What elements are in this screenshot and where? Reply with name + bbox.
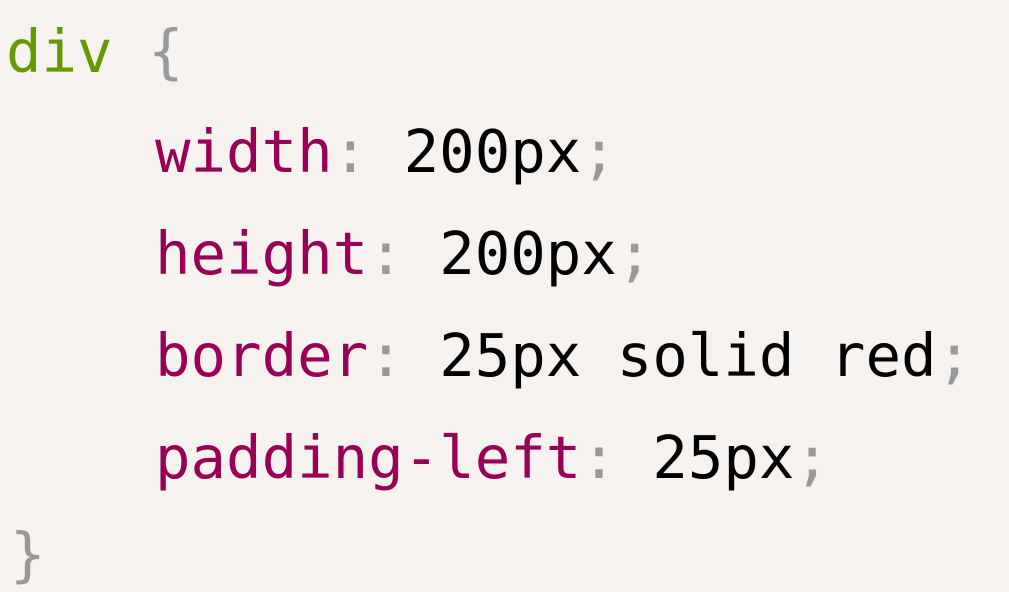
css-value: 25px solid red (403, 321, 937, 390)
semicolon: ; (616, 219, 653, 288)
css-selector: div (6, 17, 113, 86)
code-line-selector: div { (6, 22, 184, 81)
code-line-declaration: padding-left: 25px; (155, 428, 830, 487)
css-property: border (155, 321, 369, 390)
semicolon: ; (581, 117, 617, 186)
colon: : (332, 117, 369, 186)
css-property: width (155, 117, 333, 186)
semicolon: ; (936, 321, 973, 390)
css-property: height (155, 219, 369, 288)
colon: : (581, 423, 617, 492)
css-code-block: div { width: 200px; height: 200px; borde… (0, 0, 1009, 592)
css-value: 200px (368, 117, 582, 186)
colon: : (368, 321, 404, 390)
css-value: 25px (616, 423, 795, 492)
open-brace: { (148, 17, 184, 86)
code-line-declaration: height: 200px; (155, 224, 652, 283)
close-brace: } (10, 520, 46, 589)
css-value: 200px (403, 219, 617, 288)
semicolon: ; (794, 423, 830, 492)
colon: : (368, 219, 404, 288)
css-property: padding-left (155, 423, 582, 492)
code-line-declaration: width: 200px; (155, 122, 617, 181)
code-line-close: } (10, 525, 46, 584)
code-line-declaration: border: 25px solid red; (155, 326, 972, 385)
